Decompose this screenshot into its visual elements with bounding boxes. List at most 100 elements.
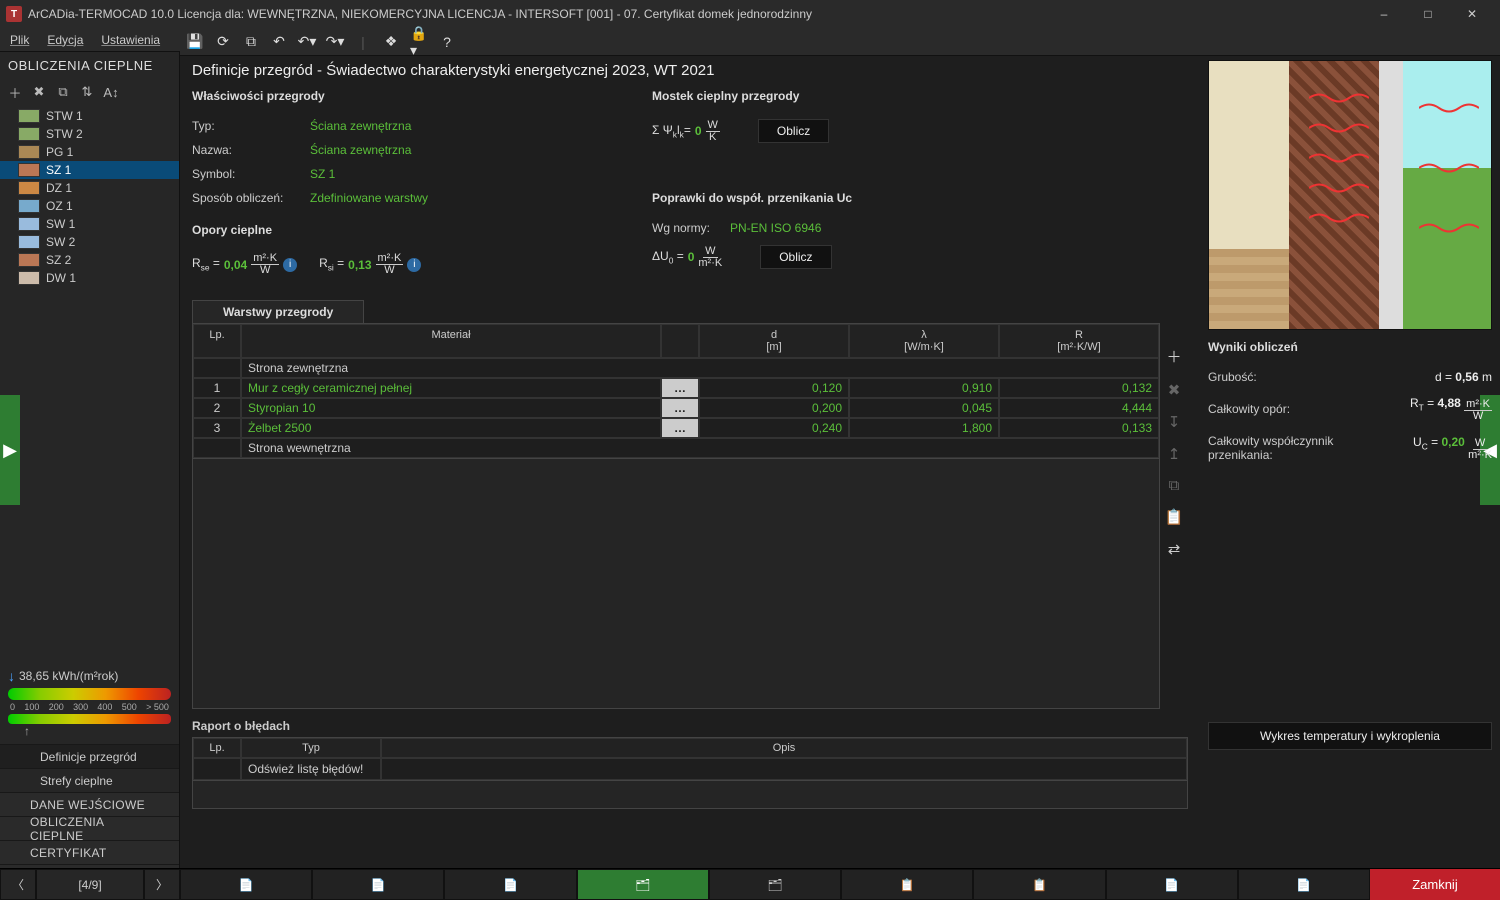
menu-settings[interactable]: Ustawienia xyxy=(101,33,160,47)
footer-close-button[interactable]: Zamknij xyxy=(1370,869,1500,900)
tree-item-sz1[interactable]: SZ 1 xyxy=(0,161,179,179)
row-more-button[interactable]: … xyxy=(661,398,699,418)
du0-label: ΔU0 = xyxy=(652,249,684,265)
nav-dane[interactable]: DANE WEJŚCIOWE xyxy=(0,792,179,816)
left-drawer-handle[interactable]: ▶ xyxy=(0,395,20,505)
tree-copy-icon[interactable]: ⧉ xyxy=(54,83,72,101)
footer-prev[interactable]: 〈 xyxy=(0,869,36,900)
tree-label: SW 1 xyxy=(46,217,75,231)
rse-unit: m²·KW xyxy=(251,253,279,276)
table-row-l[interactable]: 0,045 xyxy=(849,398,999,418)
tree-item-sw2[interactable]: SW 2 xyxy=(0,233,179,251)
row-more-button[interactable]: … xyxy=(661,378,699,398)
energy-arrow-icon: ↓ xyxy=(8,668,15,684)
row-add-icon[interactable]: ＋ xyxy=(1166,346,1181,367)
symbol-value[interactable]: SZ 1 xyxy=(310,167,335,181)
undo-more-icon[interactable]: ↶▾ xyxy=(298,33,316,51)
th-material: Materiał xyxy=(241,324,661,358)
opor-value: RT = 4,88 m²·KW xyxy=(1410,396,1492,422)
chart-button[interactable]: Wykres temperatury i wykroplenia xyxy=(1208,722,1492,750)
tree-item-sw1[interactable]: SW 1 xyxy=(0,215,179,233)
row-settings-icon[interactable]: ⇄ xyxy=(1168,540,1181,558)
layers-icon[interactable]: ❖ xyxy=(382,33,400,51)
footer-tab-5[interactable]: 🗂 xyxy=(709,869,841,900)
oblicz-mostek-button[interactable]: Oblicz xyxy=(758,119,829,143)
tree-item-sz2[interactable]: SZ 2 xyxy=(0,251,179,269)
tree-item-dz1[interactable]: DZ 1 xyxy=(0,179,179,197)
errors-table: Lp. Typ Opis Odśwież listę błędów! xyxy=(192,737,1188,781)
tree-swap-icon[interactable]: ⇅ xyxy=(78,83,96,101)
table-row-r: 0,133 xyxy=(999,418,1159,438)
mostek-value[interactable]: 0 xyxy=(695,124,702,138)
sidebar-title: OBLICZENIA CIEPLNE xyxy=(0,52,179,79)
footer-tab-8[interactable]: 📄 xyxy=(1106,869,1238,900)
footer-tab-6[interactable]: 📋 xyxy=(841,869,973,900)
nazwa-value[interactable]: Ściana zewnętrzna xyxy=(310,143,411,157)
footer-tab-4[interactable]: 🗂 xyxy=(577,869,709,900)
info-icon[interactable]: i xyxy=(283,258,297,272)
table-row-d[interactable]: 0,240 xyxy=(699,418,849,438)
redo-icon[interactable]: ↷▾ xyxy=(326,33,344,51)
tree-delete-icon[interactable]: ✖ xyxy=(30,83,48,101)
row-more-button[interactable]: … xyxy=(661,418,699,438)
row-up-icon[interactable]: ↥ xyxy=(1168,445,1181,463)
nav-strefy[interactable]: Strefy cieplne xyxy=(0,768,179,792)
window-close[interactable]: ✕ xyxy=(1450,0,1494,28)
lock-icon[interactable]: 🔒▾ xyxy=(410,33,428,51)
copy-icon[interactable]: ⧉ xyxy=(242,33,260,51)
nav-obliczenia[interactable]: OBLICZENIA CIEPLNE xyxy=(0,816,179,840)
rsi-unit: m²·KW xyxy=(376,253,404,276)
tree-sort-icon[interactable]: A↕ xyxy=(102,83,120,101)
du0-value[interactable]: 0 xyxy=(688,250,695,264)
footer-tab-7[interactable]: 📋 xyxy=(973,869,1105,900)
refresh-icon[interactable]: ⟳ xyxy=(214,33,232,51)
wgnormy-label: Wg normy: xyxy=(652,221,722,235)
window-maximize[interactable]: □ xyxy=(1406,0,1450,28)
tree-add-icon[interactable]: ＋ xyxy=(6,83,24,101)
oblicz-du0-button[interactable]: Oblicz xyxy=(760,245,831,269)
footer-tab-9[interactable]: 📄 xyxy=(1238,869,1370,900)
footer-next[interactable]: 〉 xyxy=(144,869,180,900)
table-row-mat[interactable]: Żelbet 2500 xyxy=(241,418,661,438)
table-row-mat[interactable]: Styropian 10 xyxy=(241,398,661,418)
mostek-title: Mostek cieplny przegrody xyxy=(652,89,852,103)
footer-tab-2[interactable]: 📄 xyxy=(312,869,444,900)
save-icon[interactable]: 💾 xyxy=(186,33,204,51)
sposob-label: Sposób obliczeń: xyxy=(192,191,302,205)
footer-tab-3[interactable]: 📄 xyxy=(444,869,576,900)
info-icon[interactable]: i xyxy=(407,258,421,272)
nav-certyfikat[interactable]: CERTYFIKAT xyxy=(0,840,179,864)
sposob-value[interactable]: Zdefiniowane warstwy xyxy=(310,191,428,205)
typ-value[interactable]: Ściana zewnętrzna xyxy=(310,119,411,133)
wspol-value: UC = 0,20 Wm²·K xyxy=(1413,435,1492,461)
tree-item-stw2[interactable]: STW 2 xyxy=(0,125,179,143)
undo-icon[interactable]: ↶ xyxy=(270,33,288,51)
tree-item-stw1[interactable]: STW 1 xyxy=(0,107,179,125)
table-row-lp: 2 xyxy=(193,398,241,418)
help-icon[interactable]: ? xyxy=(438,33,456,51)
tab-warstwy[interactable]: Warstwy przegrody xyxy=(192,300,364,323)
nav-definicje[interactable]: Definicje przegród xyxy=(0,744,179,768)
table-row-d[interactable]: 0,120 xyxy=(699,378,849,398)
window-minimize[interactable]: – xyxy=(1362,0,1406,28)
table-row-d[interactable]: 0,200 xyxy=(699,398,849,418)
table-row-mat[interactable]: Mur z cegły ceramicznej pełnej xyxy=(241,378,661,398)
row-paste-icon[interactable]: 📋 xyxy=(1165,508,1184,526)
menu-edit[interactable]: Edycja xyxy=(47,33,83,47)
row-down-icon[interactable]: ↧ xyxy=(1168,413,1181,431)
tree-item-dw1[interactable]: DW 1 xyxy=(0,269,179,287)
table-row-l[interactable]: 0,910 xyxy=(849,378,999,398)
err-th-opis: Opis xyxy=(381,738,1187,758)
tree-item-oz1[interactable]: OZ 1 xyxy=(0,197,179,215)
tree-label: STW 2 xyxy=(46,127,83,141)
err-msg[interactable]: Odśwież listę błędów! xyxy=(241,758,381,780)
wgnormy-value[interactable]: PN-EN ISO 6946 xyxy=(730,221,821,235)
menu-file[interactable]: Plik xyxy=(10,33,29,47)
row-delete-icon[interactable]: ✖ xyxy=(1168,381,1181,399)
rse-value[interactable]: 0,04 xyxy=(224,258,247,272)
rsi-value[interactable]: 0,13 xyxy=(348,258,371,272)
table-row-l[interactable]: 1,800 xyxy=(849,418,999,438)
footer-tab-1[interactable]: 📄 xyxy=(180,869,312,900)
row-copy-icon[interactable]: ⧉ xyxy=(1169,477,1180,494)
tree-item-pg1[interactable]: PG 1 xyxy=(0,143,179,161)
